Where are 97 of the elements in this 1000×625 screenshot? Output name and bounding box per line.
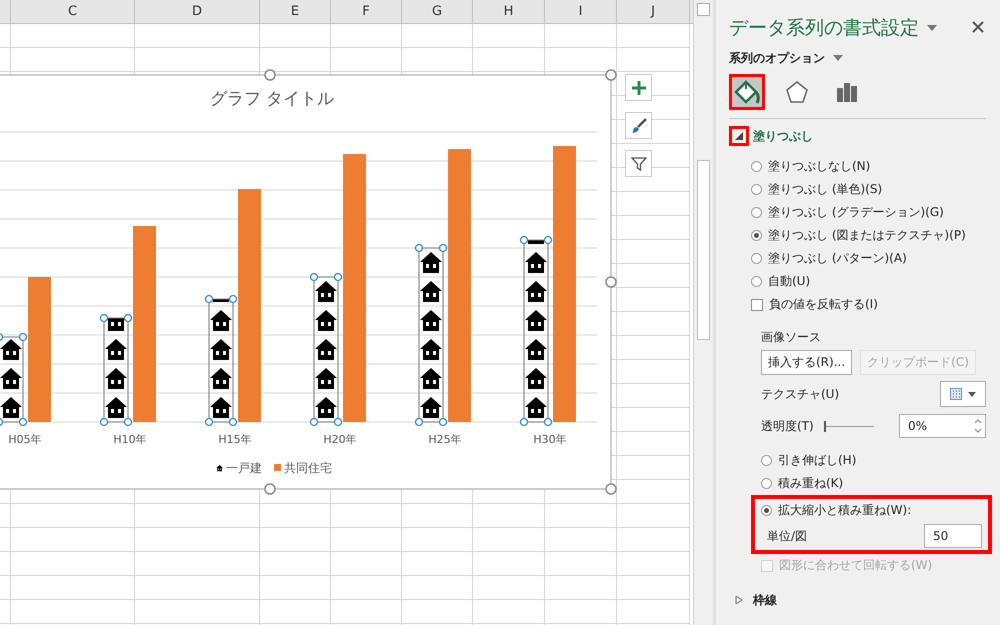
axis-label: H05年 <box>8 433 42 446</box>
caret-icon <box>968 392 976 396</box>
bar-chart-icon <box>835 80 859 104</box>
radio-option[interactable]: 引き伸ばし(H) <box>761 449 986 472</box>
legend-label: 共同住宅 <box>284 461 332 475</box>
column-header[interactable]: H <box>473 0 545 23</box>
selection-handle[interactable] <box>414 418 424 426</box>
selection-handle[interactable] <box>520 236 528 244</box>
selection-handle[interactable] <box>544 236 552 244</box>
radio-option[interactable]: 塗りつぶし (図またはテクスチャ)(P) <box>751 224 1000 247</box>
resize-handle[interactable] <box>264 483 276 495</box>
resize-handle[interactable] <box>605 483 617 495</box>
selection-handle[interactable] <box>124 314 132 322</box>
selection-handle[interactable] <box>100 314 108 322</box>
pane-title: データ系列の書式設定 <box>729 16 919 41</box>
selection-handle[interactable] <box>18 418 28 426</box>
selection-handle[interactable] <box>228 418 238 426</box>
expand-toggle[interactable] <box>729 126 749 146</box>
selection-handle[interactable] <box>414 244 424 252</box>
house-pictogram-bar[interactable] <box>208 298 234 422</box>
caret-icon[interactable] <box>927 25 937 31</box>
selection-handle[interactable] <box>228 294 238 304</box>
selection-handle[interactable] <box>0 418 4 426</box>
caret-icon[interactable] <box>833 55 843 61</box>
selection-handle[interactable] <box>310 272 318 282</box>
selection-handle[interactable] <box>544 418 552 426</box>
selection-handle[interactable] <box>334 272 342 282</box>
column-header[interactable]: G <box>402 0 473 23</box>
column-header[interactable]: C <box>11 0 135 23</box>
house-pictogram-bar[interactable] <box>0 336 24 422</box>
chart-title: グラフ タイトル <box>210 89 334 109</box>
radio-option[interactable]: 拡大縮小と積み重ね(W): <box>761 499 982 522</box>
chart-styles-button[interactable] <box>625 112 652 139</box>
selection-handle[interactable] <box>310 418 318 426</box>
resize-handle[interactable] <box>264 69 276 81</box>
radio-option[interactable]: 積み重ね(K) <box>761 472 986 495</box>
units-field[interactable]: 50 <box>924 524 982 548</box>
transparency-slider[interactable] <box>824 421 874 431</box>
resize-handle[interactable] <box>605 69 617 81</box>
house-pictogram-bar[interactable] <box>104 318 128 422</box>
field-label: 画像ソース <box>761 328 822 346</box>
legend-label: 一戸建 <box>226 461 262 475</box>
house-pictogram-bar[interactable] <box>524 240 548 422</box>
radio-option[interactable]: 自動(U) <box>751 270 1000 293</box>
section-header[interactable]: 枠線 <box>729 589 1000 611</box>
column-header[interactable]: I <box>545 0 617 23</box>
triangle-icon <box>735 596 743 604</box>
selection-handle[interactable] <box>520 418 528 426</box>
options-label[interactable]: 系列のオプション <box>729 50 825 66</box>
legend-house-icon <box>216 465 223 472</box>
axis-label: H20年 <box>323 433 357 446</box>
column-header[interactable]: F <box>331 0 402 23</box>
column-header[interactable]: E <box>260 0 331 23</box>
insert-button[interactable]: 挿入する(R)... <box>761 350 852 375</box>
paintbrush-icon <box>630 118 646 134</box>
scroll-thumb[interactable] <box>697 160 710 340</box>
transparency-field[interactable]: 0% <box>899 414 986 438</box>
selection-handle[interactable] <box>438 418 448 426</box>
radio-option[interactable]: 塗りつぶし (グラデーション)(G) <box>751 201 1000 224</box>
spinner-icon[interactable] <box>974 418 982 434</box>
pentagon-icon <box>785 80 809 104</box>
field-label: 透明度(T) <box>761 418 814 434</box>
column-header[interactable]: D <box>135 0 260 23</box>
triangle-icon <box>735 132 743 140</box>
radio-option[interactable]: 塗りつぶしなし(N) <box>751 155 1000 178</box>
chart-elements-button[interactable] <box>625 74 652 101</box>
chart-filters-button[interactable] <box>625 150 652 177</box>
column-header[interactable]: J <box>617 0 690 23</box>
field-label: 単位/図 <box>767 528 808 544</box>
house-pictogram-bar[interactable] <box>418 248 444 422</box>
radio-option[interactable]: 塗りつぶし (パターン)(A) <box>751 247 1000 270</box>
filter-icon <box>630 156 646 172</box>
checkbox-option[interactable]: 負の値を反転する(I) <box>751 293 1000 316</box>
axis-label: H15年 <box>218 433 252 446</box>
scroll-up-button[interactable] <box>697 3 710 16</box>
selection-handle[interactable] <box>204 294 214 304</box>
selection-handle[interactable] <box>124 418 132 426</box>
selection-handle[interactable] <box>18 332 28 342</box>
axis-label: H25年 <box>428 433 462 446</box>
paint-bucket-icon <box>734 79 760 105</box>
radio-option[interactable]: 塗りつぶし (単色)(S) <box>751 178 1000 201</box>
house-pictogram-bar[interactable] <box>314 276 338 422</box>
axis-label: H10年 <box>113 433 147 446</box>
field-label: テクスチャ(U) <box>761 386 840 402</box>
selection-handle[interactable] <box>334 418 342 426</box>
plus-icon <box>632 80 646 94</box>
options-tab[interactable] <box>729 74 765 110</box>
axis-label: H30年 <box>533 433 567 446</box>
texture-dropdown[interactable] <box>940 381 986 407</box>
texture-icon <box>950 388 962 400</box>
selection-handle[interactable] <box>100 418 108 426</box>
section-header[interactable]: 塗りつぶし <box>729 125 1000 147</box>
resize-handle[interactable] <box>605 276 617 288</box>
selection-handle[interactable] <box>204 418 214 426</box>
selection-handle[interactable] <box>0 332 4 342</box>
vertical-scrollbar[interactable] <box>693 0 713 625</box>
selection-handle[interactable] <box>438 244 448 252</box>
